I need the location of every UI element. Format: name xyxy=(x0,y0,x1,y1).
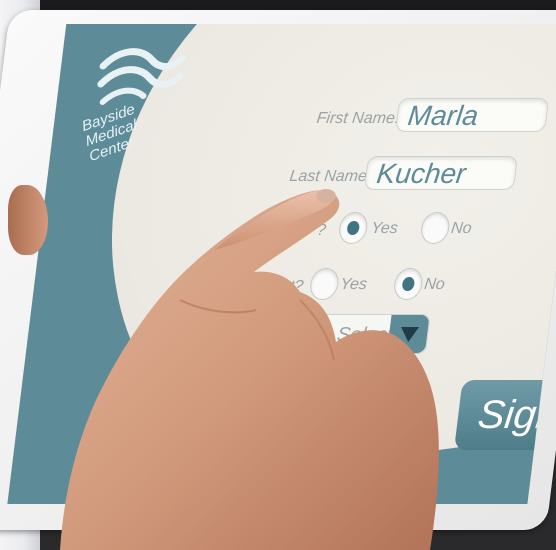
last-name-label: Last Name: xyxy=(288,168,373,185)
first-name-field[interactable]: Marla xyxy=(395,98,550,132)
clinic-logo: Bayside Medical Center xyxy=(63,44,194,214)
question-2-label: ent? xyxy=(271,278,305,295)
last-name-field[interactable]: Kucher xyxy=(363,156,519,190)
question-2-no-label: No xyxy=(423,276,446,293)
dropdown-value: Select xyxy=(335,324,395,346)
dropdown-select[interactable]: Select xyxy=(301,314,431,354)
question-1-no-label: No xyxy=(450,220,473,237)
chevron-down-icon[interactable] xyxy=(386,315,430,353)
first-name-label: First Name: xyxy=(315,110,401,127)
question-1-yes-label: Yes xyxy=(370,220,399,237)
sign-button[interactable]: Sign xyxy=(453,380,556,450)
tablet-device: Bayside Medical Center First Name: Marla… xyxy=(0,10,556,530)
question-2-yes-label: Yes xyxy=(339,276,369,293)
tablet-screen: Bayside Medical Center First Name: Marla… xyxy=(7,24,556,504)
photo-scene: Bayside Medical Center First Name: Marla… xyxy=(0,0,556,550)
left-thumb xyxy=(8,185,48,255)
